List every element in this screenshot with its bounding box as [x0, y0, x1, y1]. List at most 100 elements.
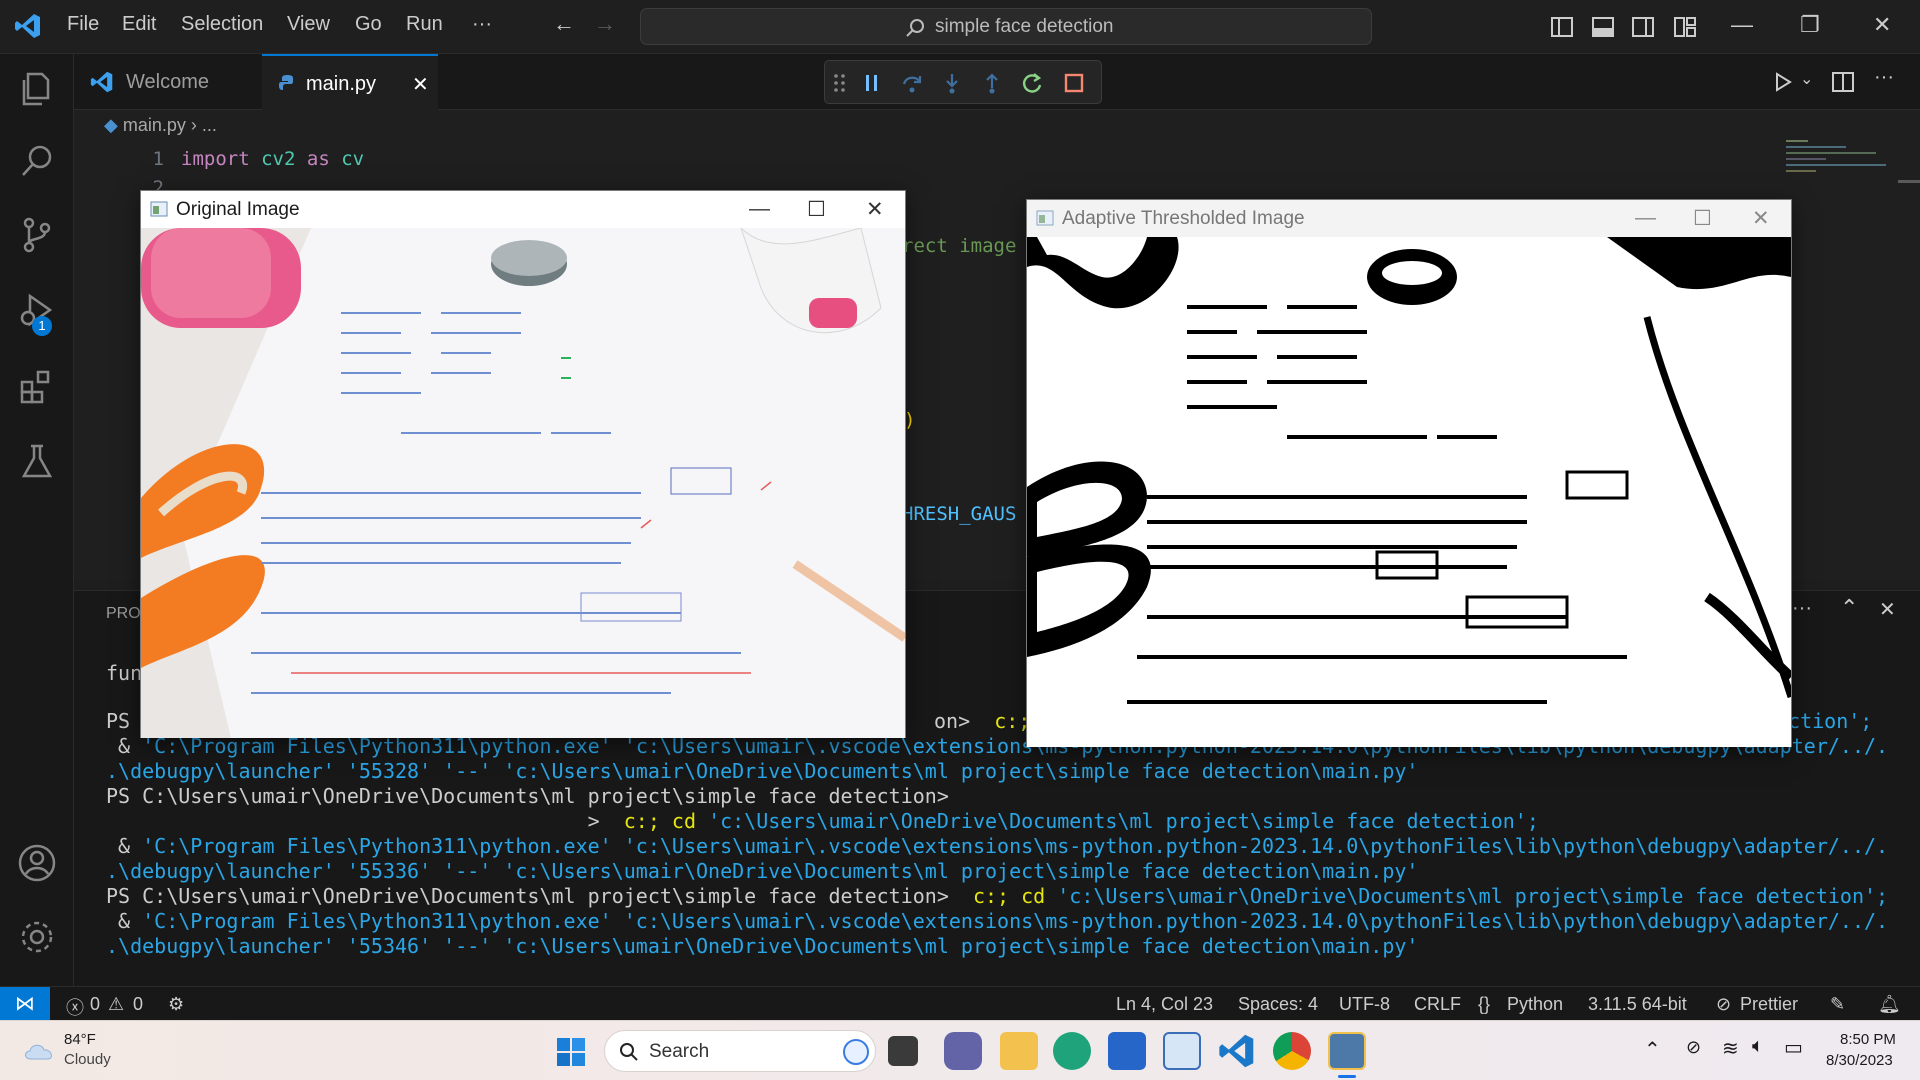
- search-icon[interactable]: [16, 140, 58, 182]
- explorer-icon[interactable]: [16, 66, 58, 108]
- microsoft-store-icon[interactable]: [1108, 1032, 1146, 1070]
- terminal-line: & 'C:\Program Files\Python311\python.exe…: [106, 909, 1889, 933]
- toggle-panel-icon[interactable]: [1592, 16, 1614, 38]
- restart-icon[interactable]: [1021, 72, 1043, 94]
- breadcrumb-symbol[interactable]: ...: [202, 115, 217, 135]
- restore-window-icon[interactable]: ❐: [1800, 12, 1820, 38]
- step-into-icon[interactable]: [941, 72, 963, 94]
- chevron-down-icon[interactable]: ⌄: [1800, 69, 1813, 89]
- keyword: import: [181, 148, 250, 170]
- end-of-line[interactable]: CRLF: [1414, 994, 1461, 1015]
- extensions-icon[interactable]: [16, 366, 58, 408]
- teams-chat-icon[interactable]: [944, 1032, 982, 1070]
- task-view-icon[interactable]: [888, 1036, 918, 1066]
- remote-indicator[interactable]: ⋈: [0, 987, 50, 1021]
- run-python-file-icon[interactable]: [1772, 71, 1794, 93]
- prettier-status[interactable]: Prettier: [1740, 994, 1798, 1015]
- minimize-window-icon[interactable]: —: [1731, 12, 1753, 38]
- file-explorer-icon[interactable]: [1000, 1032, 1038, 1070]
- source-control-icon[interactable]: [16, 214, 58, 256]
- taskbar-search-box[interactable]: Search: [604, 1030, 876, 1072]
- chevron-up-icon[interactable]: ⌃: [1644, 1037, 1661, 1062]
- close-icon[interactable]: ✕: [866, 197, 884, 222]
- forward-arrow-icon[interactable]: →: [594, 11, 616, 37]
- python-interpreter[interactable]: 3.11.5 64-bit: [1588, 994, 1687, 1015]
- toggle-sidebar-icon[interactable]: [1551, 16, 1573, 38]
- line-number: 1: [152, 148, 164, 170]
- debug-status-icon[interactable]: ⚙: [168, 994, 184, 1015]
- indentation[interactable]: Spaces: 4: [1238, 994, 1318, 1015]
- adaptive-thresholded-image-window[interactable]: Adaptive Thresholded Image — ☐ ✕: [1026, 199, 1792, 747]
- language-mode[interactable]: Python: [1507, 994, 1563, 1015]
- notifications-bell-icon[interactable]: 🔔︎: [1878, 994, 1901, 1015]
- split-editor-icon[interactable]: [1832, 71, 1854, 93]
- breadcrumb-file[interactable]: main.py: [123, 115, 186, 135]
- customize-layout-icon[interactable]: [1674, 16, 1696, 38]
- error-count[interactable]: 0: [90, 994, 100, 1015]
- tab-welcome[interactable]: Welcome: [74, 54, 262, 110]
- window-title-bar[interactable]: Adaptive Thresholded Image — ☐ ✕: [1027, 200, 1791, 237]
- menu-view[interactable]: View: [287, 13, 330, 36]
- weather-description[interactable]: Cloudy: [64, 1051, 111, 1068]
- cursor-position[interactable]: Ln 4, Col 23: [1116, 994, 1213, 1015]
- terminal-fragment: fun: [106, 661, 143, 685]
- menu-file[interactable]: File: [67, 13, 99, 36]
- menu-edit[interactable]: Edit: [122, 13, 156, 36]
- meet-now-icon[interactable]: ⊘: [1686, 1037, 1701, 1058]
- minimize-icon[interactable]: —: [1635, 206, 1656, 230]
- battery-icon[interactable]: ▭: [1784, 1035, 1803, 1060]
- close-icon[interactable]: ✕: [1752, 206, 1770, 231]
- testing-icon[interactable]: [16, 440, 58, 482]
- braces-icon[interactable]: {}: [1478, 994, 1490, 1015]
- maximize-icon[interactable]: ☐: [1693, 206, 1712, 231]
- close-window-icon[interactable]: ✕: [1873, 12, 1891, 38]
- more-actions-icon[interactable]: ···: [1874, 66, 1894, 89]
- volume-icon[interactable]: 🔈︎: [1752, 1035, 1764, 1058]
- vscode-logo-icon[interactable]: [14, 12, 42, 40]
- window-title-bar[interactable]: Original Image — ☐ ✕: [141, 191, 905, 228]
- python-app-icon[interactable]: [1328, 1032, 1366, 1070]
- clock-date[interactable]: 8/30/2023: [1826, 1052, 1893, 1069]
- edge-browser-icon[interactable]: [1053, 1032, 1091, 1070]
- chrome-browser-icon[interactable]: [1273, 1032, 1311, 1070]
- close-panel-icon[interactable]: ✕: [1879, 597, 1896, 622]
- menu-run[interactable]: Run: [406, 13, 443, 36]
- step-over-icon[interactable]: [901, 72, 923, 94]
- feedback-icon[interactable]: ✎: [1830, 994, 1845, 1015]
- stop-icon[interactable]: [1063, 72, 1085, 94]
- toggle-secondary-sidebar-icon[interactable]: [1632, 16, 1654, 38]
- more-actions-icon[interactable]: ···: [1792, 597, 1812, 620]
- error-icon[interactable]: ⓧ: [66, 994, 84, 1020]
- clock-time[interactable]: 8:50 PM: [1840, 1031, 1896, 1048]
- tab-problems[interactable]: PRO: [106, 605, 141, 623]
- windows-start-icon[interactable]: [556, 1037, 586, 1067]
- command-center-search[interactable]: simple face detection: [640, 8, 1372, 45]
- menu-more[interactable]: ···: [472, 13, 492, 36]
- bing-icon[interactable]: [843, 1039, 869, 1065]
- minimize-icon[interactable]: —: [749, 197, 770, 221]
- menu-selection[interactable]: Selection: [181, 13, 263, 36]
- weather-temperature[interactable]: 84°F: [64, 1031, 96, 1048]
- settings-gear-icon[interactable]: [16, 916, 58, 958]
- close-tab-icon[interactable]: ✕: [412, 72, 429, 97]
- maximize-icon[interactable]: ☐: [807, 197, 826, 222]
- menu-go[interactable]: Go: [355, 13, 382, 36]
- encoding[interactable]: UTF-8: [1339, 994, 1390, 1015]
- wifi-icon[interactable]: ≋: [1722, 1036, 1739, 1061]
- maximize-panel-icon[interactable]: ⌃: [1840, 595, 1858, 621]
- original-image-window[interactable]: Original Image — ☐ ✕: [140, 190, 906, 738]
- remote-desktop-icon[interactable]: [1163, 1032, 1201, 1070]
- tab-main-py[interactable]: main.py ✕: [262, 54, 438, 110]
- minimap[interactable]: [1786, 140, 1896, 180]
- step-out-icon[interactable]: [981, 72, 1003, 94]
- warning-icon[interactable]: ⚠: [108, 994, 124, 1015]
- terminal-line: & 'C:\Program Files\Python311\python.exe…: [106, 834, 1889, 858]
- accounts-icon[interactable]: [16, 842, 58, 884]
- grip-icon[interactable]: [833, 73, 847, 93]
- warning-count[interactable]: 0: [133, 994, 143, 1015]
- cloudy-weather-icon[interactable]: [22, 1039, 56, 1061]
- vscode-taskbar-icon[interactable]: [1218, 1032, 1256, 1070]
- prettier-icon[interactable]: ⊘: [1716, 994, 1731, 1015]
- back-arrow-icon[interactable]: ←: [553, 11, 575, 37]
- pause-icon[interactable]: [861, 72, 883, 94]
